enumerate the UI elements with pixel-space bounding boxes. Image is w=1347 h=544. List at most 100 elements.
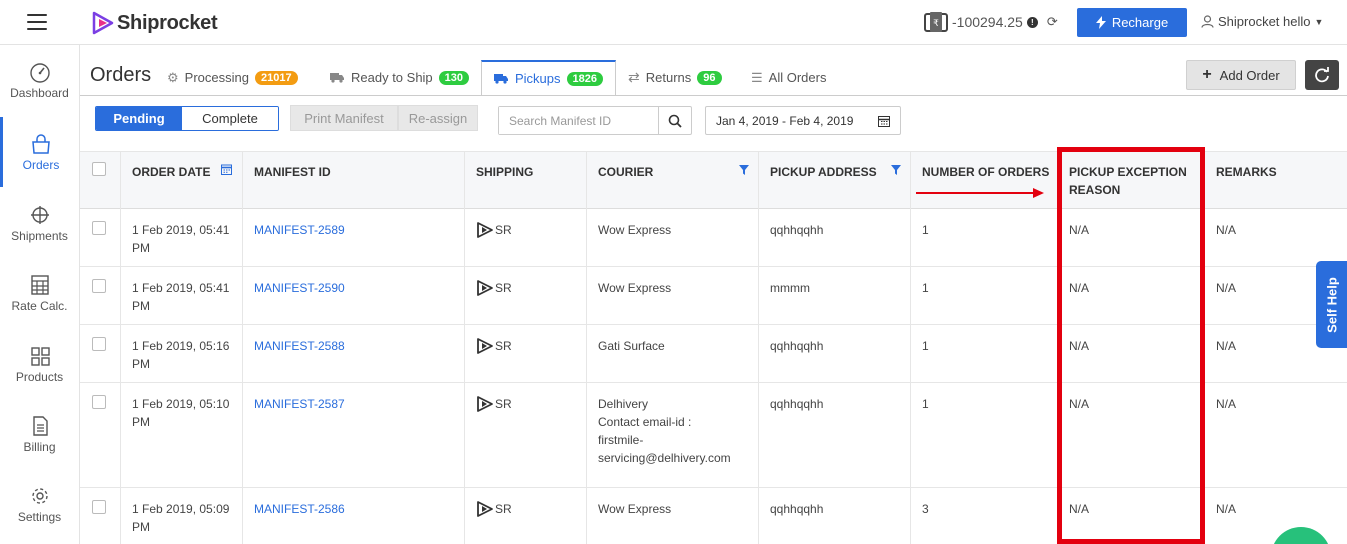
recharge-button[interactable]: Recharge <box>1077 8 1187 37</box>
complete-button[interactable]: Complete <box>182 107 278 130</box>
search-icon <box>668 114 682 128</box>
header-remarks: REMARKS <box>1216 165 1277 179</box>
tab-all-orders[interactable]: ☰ All Orders <box>751 60 826 95</box>
row-select-cell <box>80 488 121 544</box>
shipping-cell: SR <box>465 383 587 487</box>
header-pickup-exception-reason: PICKUP EXCEPTION REASON <box>1058 152 1205 210</box>
logo[interactable]: Shiprocket <box>90 9 218 37</box>
reassign-button[interactable]: Re-assign <box>398 105 478 131</box>
row-select-cell <box>80 209 121 266</box>
order-date-cell: 1 Feb 2019, 05:10 PM <box>121 383 243 487</box>
header-order-date: ORDER DATE <box>121 152 243 210</box>
gear-icon <box>31 487 48 504</box>
table-header: ORDER DATE MANIFEST ID SHIPPING COURIER … <box>80 151 1347 210</box>
courier-cell: Wow Express <box>587 488 759 544</box>
sidebar-item-label: Products <box>15 369 64 384</box>
row-checkbox[interactable] <box>92 337 106 351</box>
sidebar-item-label: Orders <box>22 157 60 172</box>
tab-label: All Orders <box>768 70 827 85</box>
column-label: ORDER DATE <box>132 165 211 179</box>
add-order-button[interactable]: + Add Order <box>1186 60 1296 90</box>
user-name: Shiprocket hello <box>1218 14 1311 29</box>
row-checkbox[interactable] <box>92 395 106 409</box>
tabs-divider <box>80 95 1347 96</box>
pickup-address-cell: qqhhqqhh <box>759 383 911 487</box>
date-range-picker[interactable]: Jan 4, 2019 - Feb 4, 2019 <box>705 106 901 135</box>
row-checkbox[interactable] <box>92 279 106 293</box>
order-date-cell: 1 Feb 2019, 05:09 PM <box>121 488 243 544</box>
print-manifest-button[interactable]: Print Manifest <box>290 105 398 131</box>
sidebar-item-label: Billing <box>23 439 56 454</box>
order-count-cell: 1 <box>911 267 1058 324</box>
list-icon: ☰ <box>751 69 763 85</box>
plus-icon: + <box>1202 66 1212 83</box>
sidebar-item-settings[interactable]: Settings <box>0 469 79 539</box>
sidebar-item-orders[interactable]: Orders <box>0 117 79 187</box>
count-badge: 96 <box>697 70 722 85</box>
header-manifest-id: MANIFEST ID <box>243 152 465 210</box>
column-label: PICKUP ADDRESS <box>770 165 877 179</box>
manifest-link[interactable]: MANIFEST-2587 <box>254 397 345 411</box>
shiprocket-logo-icon <box>477 338 493 354</box>
document-icon <box>32 415 48 436</box>
shipping-cell: SR <box>465 325 587 382</box>
sidebar-item-rate-calc[interactable]: Rate Calc. <box>0 258 79 328</box>
annotation-arrow <box>916 188 1044 198</box>
filter-icon[interactable] <box>739 165 749 175</box>
tab-returns[interactable]: ⇄ Returns 96 <box>628 60 722 95</box>
filter-icon[interactable] <box>891 165 901 175</box>
top-bar: Shiprocket ₹ -100294.25 ! ⟳ Recharge Shi… <box>0 0 1347 45</box>
bag-icon <box>32 133 50 154</box>
status-toggle: Pending Complete <box>95 106 279 131</box>
header-shipping: SHIPPING <box>465 152 587 210</box>
row-checkbox[interactable] <box>92 221 106 235</box>
sidebar: Dashboard Orders Shipments Rate Calc. Pr… <box>0 45 80 544</box>
tab-pickups[interactable]: Pickups 1826 <box>481 60 617 96</box>
sidebar-item-label: Dashboard <box>10 85 69 100</box>
calendar-icon[interactable] <box>221 164 232 175</box>
manifest-link[interactable]: MANIFEST-2590 <box>254 281 345 295</box>
sidebar-item-shipments[interactable]: Shipments <box>0 188 79 258</box>
order-date-cell: 1 Feb 2019, 05:41 PM <box>121 209 243 266</box>
tab-ready-to-ship[interactable]: Ready to Ship 130 <box>330 60 470 95</box>
exception-reason-cell: N/A <box>1058 267 1205 324</box>
order-count-cell: 3 <box>911 488 1058 544</box>
bulk-actions: Print Manifest Re-assign <box>290 105 478 131</box>
recharge-label: Recharge <box>1111 15 1169 30</box>
date-range-value: Jan 4, 2019 - Feb 4, 2019 <box>716 113 854 128</box>
exception-reason-cell: N/A <box>1058 488 1205 544</box>
self-help-button[interactable]: Self Help <box>1316 261 1347 348</box>
table-row: 1 Feb 2019, 05:16 PM MANIFEST-2588 SR Ga… <box>80 325 1347 383</box>
sidebar-item-dashboard[interactable]: Dashboard <box>0 45 79 115</box>
refresh-button[interactable] <box>1305 60 1339 90</box>
shipping-cell: SR <box>465 488 587 544</box>
courier-cell: Gati Surface <box>587 325 759 382</box>
search-input[interactable] <box>499 107 658 134</box>
row-checkbox[interactable] <box>92 500 106 514</box>
manifest-link[interactable]: MANIFEST-2586 <box>254 502 345 516</box>
select-all-checkbox[interactable] <box>92 162 106 176</box>
wallet-balance[interactable]: ₹ -100294.25 ! ⟳ <box>924 11 1058 33</box>
order-count-cell: 1 <box>911 209 1058 266</box>
shiprocket-logo-icon <box>477 280 493 296</box>
column-label: COURIER <box>598 165 654 179</box>
refresh-balance-icon[interactable]: ⟳ <box>1047 14 1058 30</box>
order-date-cell: 1 Feb 2019, 05:41 PM <box>121 267 243 324</box>
sidebar-item-billing[interactable]: Billing <box>0 399 79 469</box>
sidebar-item-products[interactable]: Products <box>0 329 79 399</box>
manifest-id-cell: MANIFEST-2589 <box>243 209 465 266</box>
hamburger-menu-icon[interactable] <box>27 14 47 30</box>
remarks-cell: N/A <box>1216 502 1237 516</box>
tab-processing[interactable]: ⚙ Processing 21017 <box>167 60 298 95</box>
shipping-label: SR <box>495 502 512 516</box>
calendar-icon <box>878 116 890 127</box>
user-menu[interactable]: Shiprocket hello ▼ <box>1201 14 1323 29</box>
info-icon[interactable]: ! <box>1026 16 1038 28</box>
manifest-link[interactable]: MANIFEST-2588 <box>254 339 345 353</box>
grid-icon <box>30 346 50 366</box>
pending-button[interactable]: Pending <box>96 107 182 130</box>
manifest-link[interactable]: MANIFEST-2589 <box>254 223 345 237</box>
shiprocket-logo-icon <box>477 222 493 238</box>
shipping-label: SR <box>495 397 512 411</box>
search-button[interactable] <box>658 107 691 134</box>
